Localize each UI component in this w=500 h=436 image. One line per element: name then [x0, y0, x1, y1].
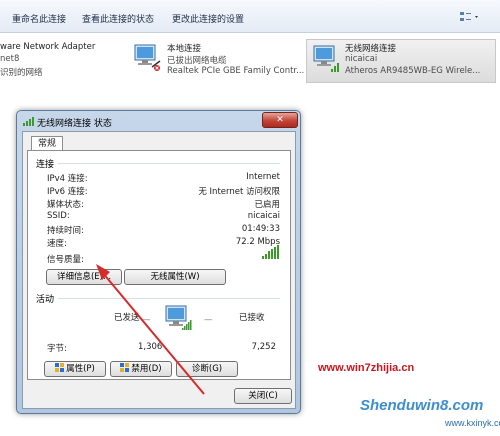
activity-section-label: 活动 [36, 295, 55, 305]
view-options-icon[interactable] [459, 10, 481, 24]
watermark-site3: www.kxinyk.com [445, 418, 500, 428]
received-label: 已接收 [239, 313, 265, 323]
ipv6-value: 无 Internet 访问权限 [198, 187, 280, 197]
adapter-wireless[interactable]: 无线网络连接 nicaicai Atheros AR9485WB-EG Wire… [306, 39, 496, 83]
watermark-site2: Shenduwin8.com [360, 397, 484, 414]
watermark-site1: www.win7zhijia.cn [318, 362, 415, 374]
ipv4-value: Internet [246, 172, 280, 182]
close-button[interactable]: 关闭(C) [234, 388, 292, 404]
command-bar: 重命名此连接 查看此连接的状态 更改此连接的设置 [0, 0, 500, 33]
media-state-label: 媒体状态: [47, 200, 84, 210]
duration-value: 01:49:33 [241, 224, 280, 234]
network-connections-list: ware Network Adapter net8 识别的网络 本地连接 已拔出… [0, 33, 500, 83]
dialog-title: 无线网络连接 状态 [37, 119, 112, 129]
divider [58, 163, 280, 164]
wireless-network-icon [311, 44, 341, 77]
signal-icon [23, 117, 34, 126]
duration-label: 持续时间: [47, 226, 84, 236]
connection-section-label: 连接 [36, 160, 55, 170]
ssid-value: nicaicai [247, 211, 280, 221]
media-state-value: 已启用 [254, 200, 280, 210]
bytes-received-value: 7,252 [251, 342, 276, 352]
adapter-device: Atheros AR9485WB-EG Wirele... [345, 66, 481, 76]
adapter-status: 已拔出网络电缆 [167, 56, 227, 66]
shield-icon [55, 363, 65, 372]
adapter-status: nicaicai [345, 54, 378, 64]
tab-general[interactable]: 常规 [31, 136, 63, 151]
ipv6-label: IPv6 连接: [47, 187, 88, 197]
change-settings-button[interactable]: 更改此连接的设置 [172, 12, 244, 25]
annotation-arrow [96, 264, 205, 395]
adapter-device: Realtek PCIe GBE Family Contr... [167, 66, 305, 76]
ssid-label: SSID: [47, 211, 70, 221]
adapter-name: 本地连接 [167, 44, 202, 54]
adapter-name: 无线网络连接 [345, 44, 397, 54]
adapter-vmware[interactable]: ware Network Adapter net8 识别的网络 [0, 39, 120, 81]
adapter-name: ware Network Adapter [0, 42, 96, 52]
view-status-button[interactable]: 查看此连接的状态 [82, 12, 154, 25]
adapter-device: 识别的网络 [0, 68, 43, 78]
speed-label: 速度: [47, 239, 67, 249]
ipv4-label: IPv4 连接: [47, 174, 88, 184]
wired-network-icon [132, 43, 162, 76]
adapter-local[interactable]: 本地连接 已拔出网络电缆 Realtek PCIe GBE Family Con… [130, 39, 305, 81]
adapter-status: net8 [0, 54, 20, 64]
rename-connection-button[interactable]: 重命名此连接 [12, 12, 66, 25]
bytes-label: 字节: [47, 344, 67, 354]
signal-strength-icon [262, 245, 280, 259]
signal-quality-label: 信号质量: [47, 255, 84, 265]
close-icon[interactable]: ✕ [262, 112, 298, 128]
